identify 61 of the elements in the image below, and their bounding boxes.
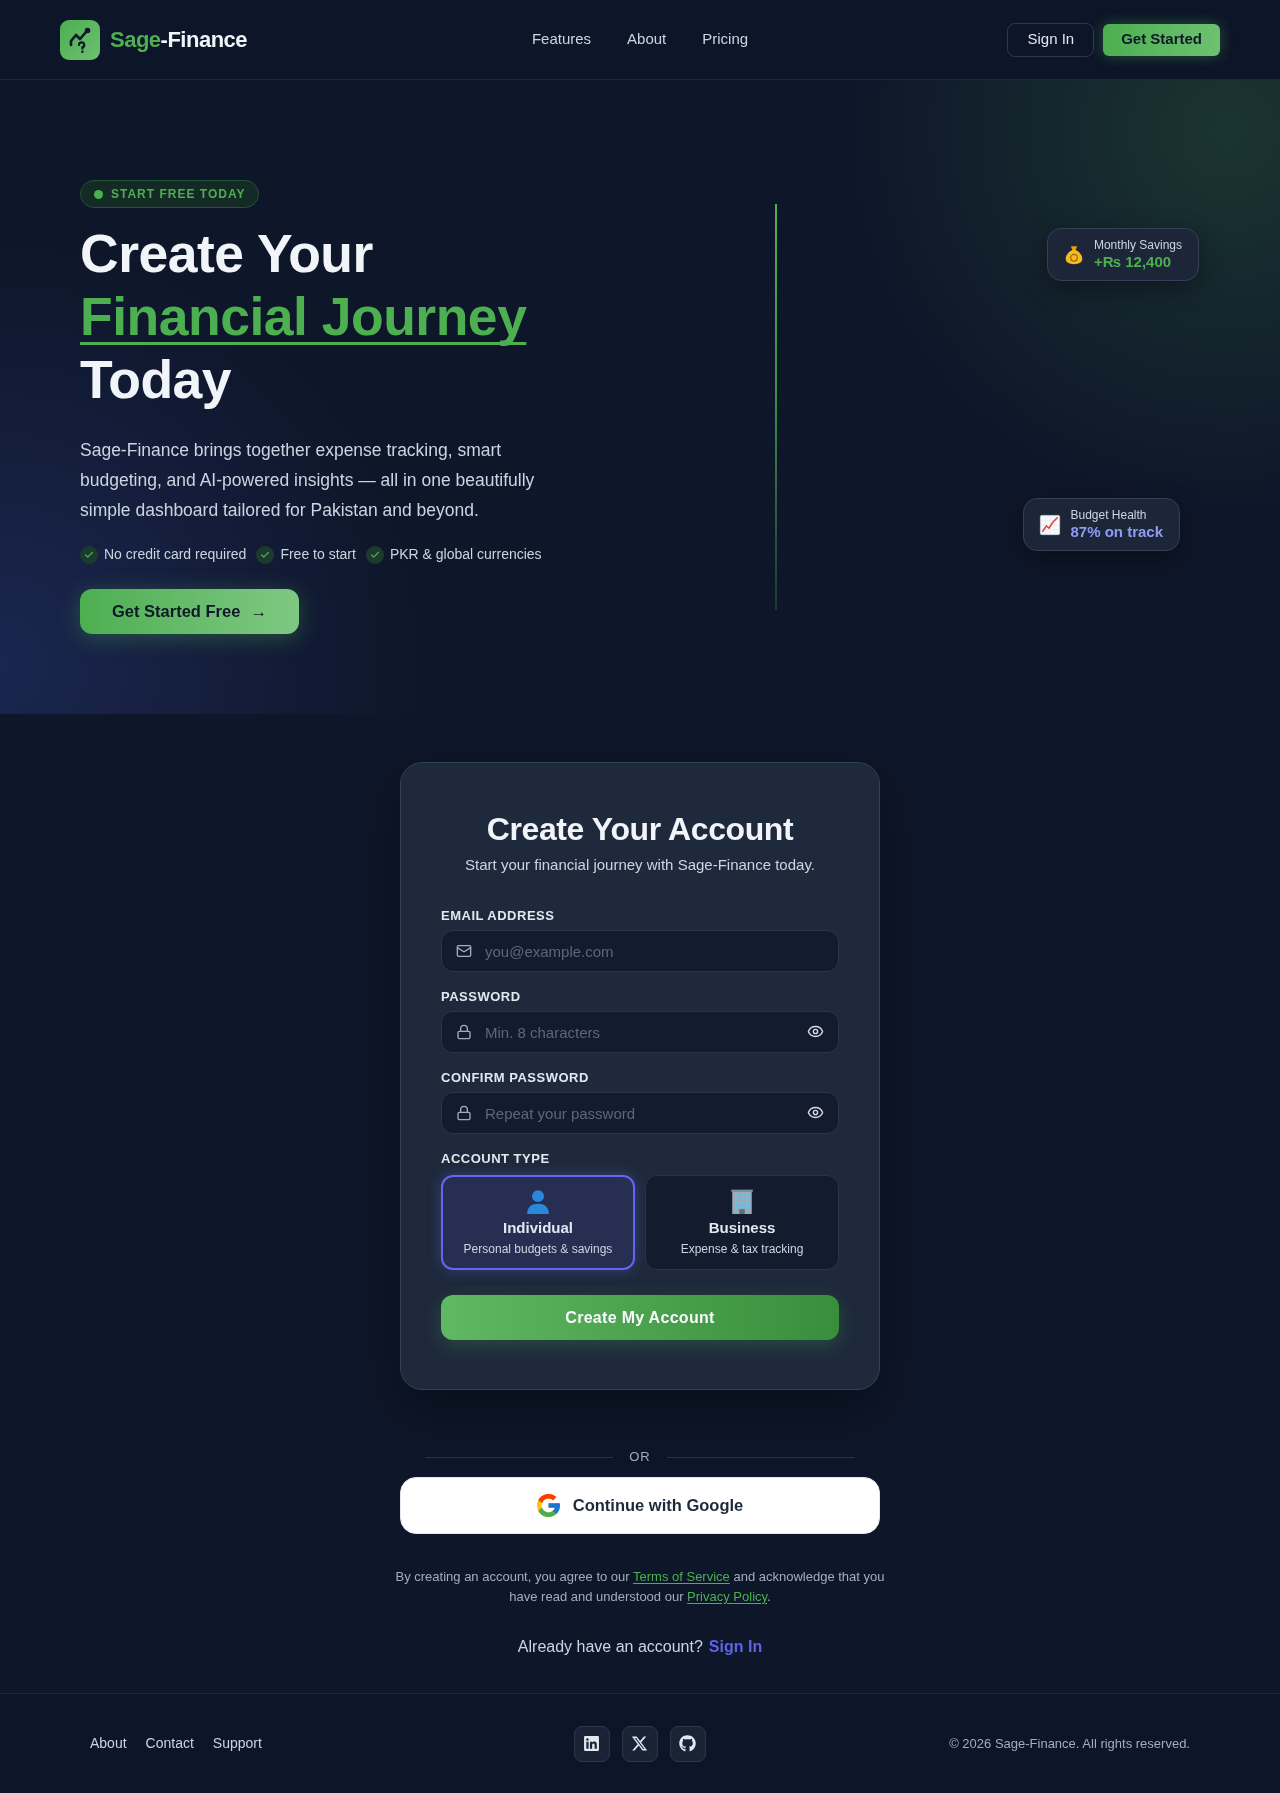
card-title: Create Your Account (485, 810, 795, 848)
linkedin-icon (583, 1735, 601, 1752)
x-logo-icon (631, 1735, 649, 1752)
card-subtitle: Start your financial journey with Sage-Finance today. (464, 855, 816, 875)
check-icon (365, 545, 384, 564)
heading-line: Create Your (80, 223, 373, 285)
logo-icon (60, 19, 100, 60)
field-label: ACCOUNT TYPE (441, 1151, 551, 1167)
or-divider-label: OR (629, 1449, 651, 1465)
check-icon (80, 545, 98, 564)
stat-value: 87% on track (1070, 523, 1163, 541)
office-building-icon (729, 1188, 755, 1214)
github-icon (679, 1735, 697, 1752)
heading-line: Today (80, 349, 232, 411)
brand-name[interactable]: Sage-Finance (110, 23, 248, 56)
footer-link[interactable]: Support (212, 1733, 262, 1754)
heading-highlight: Financial Journey (80, 286, 527, 348)
footer-link[interactable]: Contact (145, 1733, 194, 1754)
eye-icon (807, 1023, 824, 1040)
mail-icon (456, 943, 472, 959)
hero-description: Sage-Finance brings together expense tracking, smart budgeting, and AI-powered insights — all in one beautifully simple dashboard tailored for Pakistan and beyond. (80, 439, 536, 522)
social-link-button[interactable] (622, 1725, 658, 1762)
continue-with-google-button[interactable]: Continue with Google (400, 1477, 880, 1534)
get-started-button[interactable]: Get Started (1103, 23, 1220, 56)
show-password-button[interactable] (807, 1104, 824, 1121)
promo-label: START FREE TODAY (111, 186, 246, 203)
nav-link[interactable]: Pricing (702, 28, 749, 51)
show-password-button[interactable] (807, 1023, 824, 1040)
lock-icon (456, 1105, 472, 1121)
get-started-free-button[interactable]: Get Started Free → (80, 589, 299, 634)
footer-link[interactable]: About (90, 1733, 127, 1754)
social-link-button[interactable] (670, 1725, 706, 1762)
sign-in-button[interactable]: Sign In (1007, 22, 1095, 57)
perk-label: No credit card required (104, 545, 247, 564)
account-type-option[interactable]: Business Expense & tax tracking (645, 1175, 839, 1270)
perk-label: Free to start (280, 545, 356, 564)
field-label: EMAIL ADDRESS (441, 908, 556, 924)
perk-label: PKR & global currencies (389, 545, 542, 564)
terms-notice: By creating an account, you agree to our Terms of Service and acknowledge that you have read and understood our Privacy Policy. (394, 1568, 886, 1606)
person-icon (525, 1188, 551, 1214)
stat-value: +₨ 12,400 (1093, 253, 1173, 271)
eye-icon (807, 1104, 824, 1121)
line-chart-icon (1039, 513, 1062, 536)
sign-in-link[interactable]: Sign In (708, 1635, 763, 1659)
stat-label: Monthly Savings (1093, 238, 1182, 253)
password-input-field[interactable]: Min. 8 characters (441, 1011, 839, 1053)
copyright-text: © 2026 Sage-Finance. All rights reserved. (949, 1734, 1190, 1753)
stat-label: Budget Health (1070, 508, 1148, 523)
field-label: CONFIRM PASSWORD (441, 1070, 590, 1086)
password-input-field[interactable]: Repeat your password (441, 1092, 839, 1134)
check-icon (256, 545, 275, 564)
email-input-field[interactable]: you@example.com (441, 930, 839, 972)
nav-link[interactable]: About (627, 28, 667, 51)
terms-of-service-link[interactable]: Terms of Service (633, 1569, 730, 1584)
google-logo-icon (536, 1494, 560, 1517)
sign-in-prompt: Already have an account? (517, 1637, 703, 1657)
lock-icon (456, 1024, 472, 1040)
nav-link[interactable]: Features (531, 28, 592, 51)
social-link-button[interactable] (574, 1725, 610, 1762)
account-type-option[interactable]: Individual Personal budgets & savings (441, 1175, 635, 1270)
field-label: PASSWORD (441, 989, 522, 1005)
